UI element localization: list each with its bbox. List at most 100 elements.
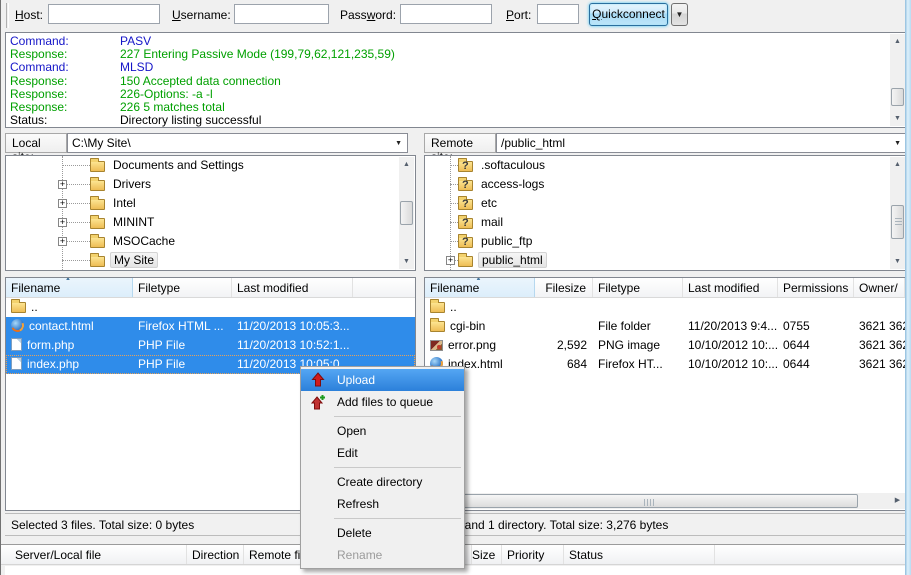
menu-item-edit[interactable]: Edit	[301, 442, 464, 464]
tree-item-minint[interactable]: +MININT	[6, 213, 415, 232]
menu-item-create-directory[interactable]: Create directory	[301, 471, 464, 493]
scroll-down-icon[interactable]: ▼	[890, 111, 905, 126]
log-vertical-scrollbar[interactable]: ▲ ▼	[890, 34, 905, 126]
filename-text: contact.html	[29, 319, 94, 333]
file-cell-modified: 10/10/2012 10:...	[683, 355, 778, 374]
file-cell-name: ..	[6, 298, 133, 317]
plus-expander-icon[interactable]: +	[58, 237, 67, 246]
menu-item-delete[interactable]: Delete	[301, 522, 464, 544]
tree-item-public-ftp[interactable]: public_ftp	[425, 232, 906, 251]
scroll-down-icon[interactable]: ▼	[890, 254, 905, 269]
host-input[interactable]	[48, 4, 160, 24]
password-input[interactable]	[400, 4, 492, 24]
scroll-down-icon[interactable]: ▼	[399, 254, 414, 269]
filename-text: form.php	[27, 338, 74, 352]
chevron-down-icon[interactable]: ▼	[395, 140, 402, 147]
tree-item-intel[interactable]: +Intel	[6, 194, 415, 213]
file-row-error-png[interactable]: error.png2,592PNG image10/10/2012 10:...…	[425, 336, 906, 355]
scroll-right-icon[interactable]: ▶	[890, 493, 905, 509]
queue-column-server-local-file[interactable]: Server/Local file	[1, 545, 187, 564]
scroll-up-icon[interactable]: ▲	[890, 34, 905, 49]
remote-horizontal-scrollbar[interactable]: ◀ ▶	[426, 493, 905, 509]
column-header-owner-[interactable]: Owner/	[854, 278, 905, 297]
column-header-filetype[interactable]: Filetype	[133, 278, 232, 297]
column-header-permissions[interactable]: Permissions	[778, 278, 854, 297]
menu-separator	[334, 467, 461, 468]
quickconnect-dropdown-button[interactable]: ▼	[671, 3, 688, 26]
log-line-text: Directory listing successful	[120, 114, 261, 127]
folder-icon	[90, 256, 105, 267]
file-cell-size	[535, 317, 593, 336]
log-line-label: Response:	[10, 75, 120, 88]
file-cell-modified: 11/20/2013 10:52:1...	[232, 336, 353, 355]
file-cell-name: error.png	[425, 336, 535, 355]
tree-item-mail[interactable]: mail	[425, 213, 906, 232]
tree-item-msocache[interactable]: +MSOCache	[6, 232, 415, 251]
tree-item-documents-and-settings[interactable]: Documents and Settings	[6, 156, 415, 175]
tree-item-drivers[interactable]: +Drivers	[6, 175, 415, 194]
tree-connector	[62, 165, 90, 166]
plus-expander-icon[interactable]: +	[58, 180, 67, 189]
plus-expander-icon[interactable]: +	[446, 256, 455, 265]
unknown-folder-icon	[458, 199, 473, 210]
column-header-filler	[353, 278, 415, 297]
remote-tree-scrollbar-thumb[interactable]	[891, 205, 904, 239]
menu-item-label: Rename	[337, 548, 382, 562]
scroll-up-icon[interactable]: ▲	[890, 157, 905, 172]
file-row-cgi-bin[interactable]: cgi-binFile folder11/20/2013 9:4...07553…	[425, 317, 906, 336]
remote-site-combobox[interactable]: /public_html ▼	[496, 133, 907, 153]
column-header-filesize[interactable]: Filesize	[535, 278, 593, 297]
file-cell-owner: 3621 3621	[854, 336, 905, 355]
file-icon	[11, 338, 22, 351]
folder-icon	[90, 199, 105, 210]
column-header-filename[interactable]: Filename	[425, 278, 535, 297]
tree-item-etc[interactable]: etc	[425, 194, 906, 213]
port-label: Port:	[506, 8, 531, 22]
menu-item-label: Open	[337, 424, 366, 438]
local-tree-scrollbar-thumb[interactable]	[400, 201, 413, 225]
log-scrollbar-thumb[interactable]	[891, 88, 904, 106]
remote-file-list: FilenameFilesizeFiletypeLast modifiedPer…	[424, 277, 907, 511]
remote-hscrollbar-thumb[interactable]	[442, 494, 858, 508]
queue-column-status[interactable]: Status	[564, 545, 715, 564]
plus-expander-icon[interactable]: +	[58, 199, 67, 208]
menu-item-rename: Rename	[301, 544, 464, 566]
file-cell-name: cgi-bin	[425, 317, 535, 336]
menu-item-upload[interactable]: Upload	[301, 369, 464, 391]
menu-item-open[interactable]: Open	[301, 420, 464, 442]
queue-column-direction[interactable]: Direction	[187, 545, 244, 564]
port-input[interactable]	[537, 4, 579, 24]
chevron-down-icon[interactable]: ▼	[894, 140, 901, 147]
file-row-contact-html[interactable]: contact.htmlFirefox HTML ...11/20/2013 1…	[6, 317, 415, 336]
folder-icon	[90, 161, 105, 172]
menu-item-label: Edit	[337, 446, 358, 460]
menu-item-add-files-to-queue[interactable]: Add files to queue	[301, 391, 464, 413]
plus-expander-icon[interactable]: +	[58, 218, 67, 227]
menu-item-refresh[interactable]: Refresh	[301, 493, 464, 515]
queue-column-priority[interactable]: Priority	[502, 545, 564, 564]
column-header-last-modified[interactable]: Last modified	[683, 278, 778, 297]
tree-item-public-html[interactable]: +public_html	[425, 251, 906, 270]
folder-icon	[430, 302, 445, 313]
tree-connector	[450, 222, 458, 223]
file-row--[interactable]: ..	[6, 298, 415, 317]
tree-item-access-logs[interactable]: access-logs	[425, 175, 906, 194]
toolbar-gripper[interactable]	[6, 3, 9, 28]
menu-item-label: Create directory	[337, 475, 422, 489]
column-header-filetype[interactable]: Filetype	[593, 278, 683, 297]
queue-column-size[interactable]: Size	[472, 545, 502, 564]
file-cell-perms	[778, 298, 854, 317]
tree-item-my-site[interactable]: My Site	[6, 251, 415, 270]
column-header-last-modified[interactable]: Last modified	[232, 278, 353, 297]
file-row--[interactable]: ..	[425, 298, 906, 317]
local-site-combobox[interactable]: C:\My Site\ ▼	[67, 133, 408, 153]
local-tree-scrollbar[interactable]: ▲ ▼	[399, 157, 414, 269]
username-input[interactable]	[234, 4, 329, 24]
tree-item--softaculous[interactable]: .softaculous	[425, 156, 906, 175]
quickconnect-button[interactable]: Quickconnect	[589, 3, 668, 26]
column-header-filename[interactable]: Filename	[6, 278, 133, 297]
file-row-index-html[interactable]: index.html684Firefox HT...10/10/2012 10:…	[425, 355, 906, 374]
remote-tree-scrollbar[interactable]: ▲ ▼	[890, 157, 905, 269]
file-row-form-php[interactable]: form.phpPHP File11/20/2013 10:52:1...	[6, 336, 415, 355]
scroll-up-icon[interactable]: ▲	[399, 157, 414, 172]
